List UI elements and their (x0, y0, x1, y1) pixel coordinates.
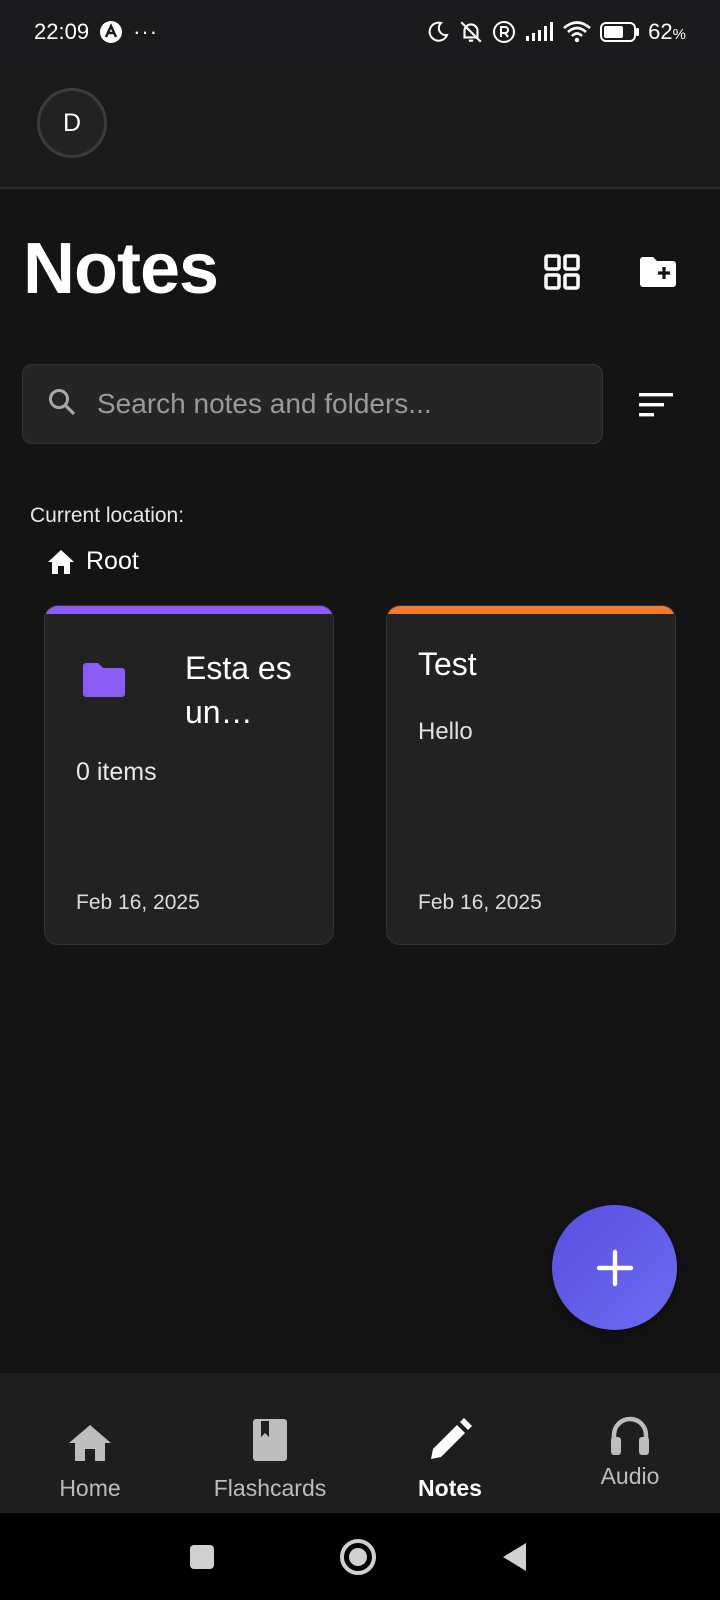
recents-button[interactable] (178, 1533, 226, 1581)
triangle-back-icon (503, 1543, 526, 1571)
app-header: D (0, 64, 720, 189)
app-notification-icon (99, 20, 123, 44)
moon-icon (426, 20, 450, 44)
search-icon (47, 387, 77, 422)
status-bar: 22:09 ··· 62% (0, 0, 720, 64)
nav-flashcards-label: Flashcards (213, 1475, 327, 1501)
nav-flashcards[interactable]: Flashcards (180, 1373, 360, 1513)
square-icon (190, 1545, 214, 1569)
new-folder-button[interactable] (630, 244, 686, 300)
note-card[interactable]: Test Hello Feb 16, 2025 (386, 605, 676, 945)
nav-audio[interactable]: Audio (540, 1373, 720, 1513)
system-home-button[interactable] (334, 1533, 382, 1581)
nav-home[interactable]: Home (0, 1373, 180, 1513)
folder-add-icon (640, 257, 676, 287)
sort-icon (639, 393, 673, 417)
grid-view-button[interactable] (534, 244, 590, 300)
home-icon (48, 549, 74, 574)
page-title: Notes (23, 229, 219, 309)
folder-date: Feb 16, 2025 (76, 891, 200, 914)
muted-bell-icon (458, 19, 484, 45)
app-screen: 22:09 ··· 62% D Notes Search notes and f… (0, 0, 720, 1600)
more-notifications-icon: ··· (133, 19, 159, 44)
status-time: 22:09 (34, 19, 90, 44)
battery-icon (600, 21, 640, 43)
grid-icon (544, 254, 580, 290)
book-icon (251, 1415, 289, 1463)
registered-icon (492, 20, 516, 44)
signal-icon (524, 21, 554, 43)
avatar[interactable]: D (37, 88, 107, 158)
nav-notes[interactable]: Notes (360, 1373, 540, 1513)
wifi-icon (562, 20, 592, 44)
plus-icon (596, 1249, 633, 1286)
folder-title: Esta es un… (185, 650, 292, 730)
back-button[interactable] (490, 1533, 538, 1581)
folder-card[interactable]: Esta es un… 0 items Feb 16, 2025 (44, 605, 334, 945)
battery-level: 62% (648, 19, 686, 44)
pencil-icon (427, 1415, 473, 1463)
nav-home-label: Home (59, 1475, 121, 1501)
note-preview: Hello (418, 718, 473, 745)
search-box (22, 364, 603, 444)
nav-notes-label: Notes (418, 1475, 482, 1501)
folder-icon (81, 661, 127, 704)
current-location-label: Current location: (30, 504, 185, 527)
nav-audio-label: Audio (600, 1463, 660, 1489)
note-date: Feb 16, 2025 (418, 891, 542, 914)
add-note-button[interactable] (552, 1205, 677, 1330)
breadcrumb[interactable]: Root (46, 547, 139, 576)
system-nav-bar (0, 1513, 720, 1600)
note-card-accent (387, 606, 675, 614)
breadcrumb-root: Root (86, 547, 139, 575)
avatar-initial: D (62, 108, 82, 137)
circle-icon (340, 1539, 376, 1575)
search-input[interactable] (97, 388, 557, 420)
headphones-icon (608, 1409, 652, 1457)
home-icon (67, 1415, 113, 1463)
note-title: Test (418, 646, 477, 682)
sort-button[interactable] (628, 377, 684, 433)
folder-item-count: 0 items (76, 758, 157, 786)
folder-card-accent (45, 606, 333, 614)
bottom-nav: Home Flashcards Notes Audio (0, 1373, 720, 1513)
